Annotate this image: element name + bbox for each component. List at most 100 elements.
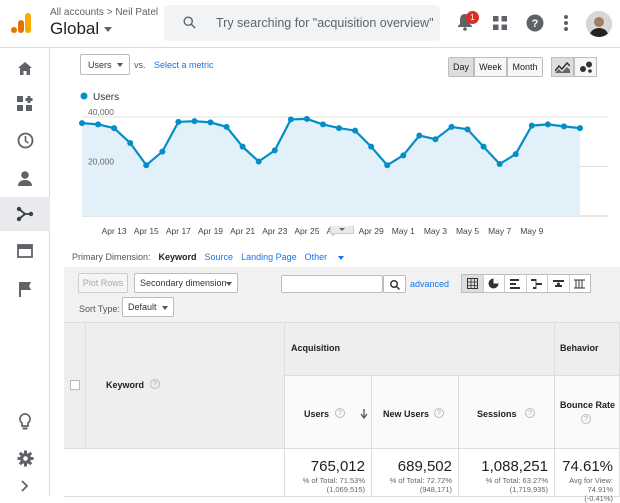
data-point[interactable] xyxy=(416,132,423,139)
data-point[interactable] xyxy=(400,152,407,159)
data-point[interactable] xyxy=(528,122,535,129)
table-search-input[interactable] xyxy=(281,275,383,293)
search-bar[interactable]: Try searching for "acquisition overview" xyxy=(164,5,440,41)
data-point[interactable] xyxy=(384,162,391,169)
dimension-source[interactable]: Source xyxy=(205,252,234,262)
data-point[interactable] xyxy=(271,147,278,154)
nav-expand[interactable] xyxy=(0,476,50,496)
data-point[interactable] xyxy=(512,151,519,158)
data-point[interactable] xyxy=(368,143,375,150)
sessions-total: 1,088,251 xyxy=(481,458,548,475)
term-cloud-view-button[interactable] xyxy=(548,275,570,292)
sessions-column-header[interactable]: Sessions? xyxy=(459,376,555,449)
data-point[interactable] xyxy=(432,136,439,143)
data-point[interactable] xyxy=(79,120,85,127)
dashboard-icon xyxy=(17,96,33,111)
data-point[interactable] xyxy=(480,143,487,150)
help-icon[interactable]: ? xyxy=(335,408,345,418)
users-column-header[interactable]: Users? xyxy=(285,376,372,449)
data-point[interactable] xyxy=(159,148,166,155)
bounce-rate-avg-value: 74.91% xyxy=(587,485,613,494)
users-total-pct: % of Total: 71.53% xyxy=(302,476,365,485)
apps-grid-icon[interactable] xyxy=(493,16,507,30)
data-point[interactable] xyxy=(207,119,214,126)
chevron-down-icon xyxy=(162,306,168,310)
data-point[interactable] xyxy=(464,126,471,133)
users-line-chart[interactable]: Users 40,00020,000 Apr 13 Apr 15 Apr 17 Apr… xyxy=(78,88,608,238)
avatar[interactable] xyxy=(586,11,612,37)
data-point[interactable] xyxy=(111,125,118,132)
gear-icon xyxy=(17,450,33,466)
dimension-keyword[interactable]: Keyword xyxy=(159,252,197,262)
data-point[interactable] xyxy=(127,139,134,146)
granularity-day-button[interactable]: Day xyxy=(448,57,474,77)
data-point[interactable] xyxy=(191,118,198,125)
performance-view-button[interactable] xyxy=(505,275,527,292)
metric-select[interactable]: Users xyxy=(80,54,130,75)
data-point[interactable] xyxy=(496,161,503,167)
property-selector[interactable]: Global xyxy=(50,19,113,39)
nav-audience[interactable] xyxy=(0,161,50,195)
breadcrumb[interactable]: All accounts > Neil Patel xyxy=(50,7,158,18)
line-chart-toggle[interactable] xyxy=(551,57,574,77)
nav-acquisition[interactable] xyxy=(0,197,50,231)
pivot-view-button[interactable] xyxy=(570,275,591,292)
bounce-rate-total: 74.61% xyxy=(562,458,613,475)
data-point[interactable] xyxy=(239,143,246,150)
nav-conversions[interactable] xyxy=(0,272,50,306)
advanced-link[interactable]: advanced xyxy=(410,279,449,289)
analytics-logo[interactable] xyxy=(11,12,33,34)
data-point[interactable] xyxy=(287,116,294,123)
nav-realtime[interactable] xyxy=(0,123,50,157)
help-icon[interactable]: ? xyxy=(581,414,591,424)
bounce-rate-column-header[interactable]: Bounce Rate? xyxy=(555,376,620,449)
nav-discover[interactable] xyxy=(0,404,50,438)
dimension-other[interactable]: Other xyxy=(305,252,352,262)
comparison-view-button[interactable] xyxy=(527,275,548,292)
data-point[interactable] xyxy=(560,123,567,130)
data-point[interactable] xyxy=(95,121,102,128)
property-name: Global xyxy=(50,19,100,38)
select-all-checkbox[interactable] xyxy=(70,380,80,390)
data-point[interactable] xyxy=(448,123,455,130)
keyword-header-cell[interactable]: Keyword? xyxy=(86,323,285,449)
chart-collapse-handle[interactable] xyxy=(330,226,354,234)
granularity-month-button[interactable]: Month xyxy=(507,57,543,77)
granularity-week-button[interactable]: Week xyxy=(474,57,507,77)
data-point[interactable] xyxy=(544,121,551,128)
dimension-landing-page[interactable]: Landing Page xyxy=(241,252,297,262)
data-point[interactable] xyxy=(577,125,583,132)
data-point[interactable] xyxy=(143,162,150,169)
data-point[interactable] xyxy=(175,118,182,125)
data-point[interactable] xyxy=(303,115,310,122)
help-icon[interactable]: ? xyxy=(434,408,444,418)
nav-behavior[interactable] xyxy=(0,234,50,268)
nav-customization[interactable] xyxy=(0,87,50,121)
sort-type-label: Sort Type: xyxy=(79,304,120,314)
sort-type-select[interactable]: Default xyxy=(122,297,174,317)
help-icon[interactable]: ? xyxy=(150,379,160,389)
select-metric-link[interactable]: Select a metric xyxy=(154,60,214,70)
data-point[interactable] xyxy=(223,123,230,130)
sessions-total-pct: % of Total: 63.27% xyxy=(485,476,548,485)
data-point[interactable] xyxy=(319,121,326,128)
x-tick-label: Apr 13 xyxy=(102,226,127,236)
new-users-column-header[interactable]: New Users? xyxy=(372,376,459,449)
plot-rows-button[interactable]: Plot Rows xyxy=(78,273,128,293)
more-vert-icon[interactable] xyxy=(564,14,568,32)
help-icon[interactable]: ? xyxy=(525,408,535,418)
new-users-total-overall: (948,171) xyxy=(419,485,452,494)
sort-descending-icon[interactable] xyxy=(360,409,368,419)
data-point[interactable] xyxy=(336,125,343,132)
data-point[interactable] xyxy=(352,127,359,134)
percentage-view-button[interactable] xyxy=(484,275,505,292)
nav-home[interactable] xyxy=(0,51,50,85)
nav-admin[interactable] xyxy=(0,441,50,475)
table-search-button[interactable] xyxy=(383,275,406,293)
data-point[interactable] xyxy=(255,158,262,165)
help-icon[interactable]: ? xyxy=(526,14,544,32)
data-view-button[interactable] xyxy=(462,275,484,292)
motion-chart-toggle[interactable] xyxy=(574,57,597,77)
secondary-dimension-select[interactable]: Secondary dimension xyxy=(134,273,238,293)
x-tick-label: May 9 xyxy=(520,226,543,236)
